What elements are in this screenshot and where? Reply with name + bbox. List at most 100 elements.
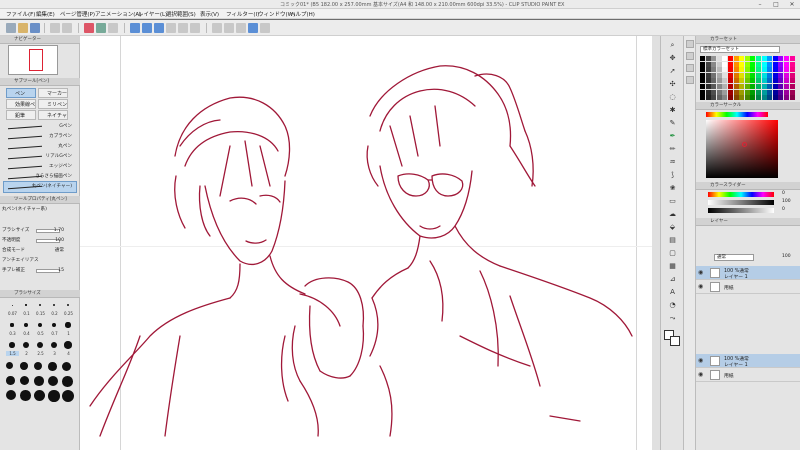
- color-swatch[interactable]: [789, 67, 795, 73]
- panel-toggle-icon[interactable]: [686, 64, 694, 72]
- color-swatch[interactable]: [733, 67, 739, 73]
- color-swatch[interactable]: [739, 72, 745, 78]
- color-swatch-grid[interactable]: [700, 56, 796, 128]
- blend-tool-icon[interactable]: ☁: [667, 209, 678, 220]
- layer-blend-mode-select[interactable]: 通常: [714, 254, 754, 261]
- color-swatch[interactable]: [711, 61, 717, 67]
- color-swatch[interactable]: [772, 72, 778, 78]
- color-swatch[interactable]: [705, 89, 711, 95]
- brush-size-dot[interactable]: [64, 341, 72, 349]
- fill-icon[interactable]: [96, 23, 106, 33]
- color-swatch[interactable]: [739, 84, 745, 89]
- color-swatch[interactable]: [716, 84, 722, 89]
- color-swatch[interactable]: [711, 89, 717, 95]
- text-tool-icon[interactable]: A: [667, 287, 678, 298]
- color-swatch[interactable]: [750, 61, 756, 67]
- color-swatch[interactable]: [778, 78, 784, 84]
- color-swatch[interactable]: [744, 84, 750, 89]
- color-swatch[interactable]: [744, 61, 750, 67]
- rotate-right-icon[interactable]: [224, 23, 234, 33]
- snap-special-ruler-icon[interactable]: [142, 23, 152, 33]
- color-swatch[interactable]: [756, 84, 761, 89]
- color-swatch[interactable]: [784, 78, 789, 84]
- color-swatch[interactable]: [716, 72, 722, 78]
- menu-layer[interactable]: レイヤー(L): [138, 10, 167, 18]
- slider-value[interactable]: [708, 208, 774, 213]
- color-swatch[interactable]: [716, 61, 722, 67]
- ruler-tool-icon[interactable]: ⊿: [667, 274, 678, 285]
- color-swatch[interactable]: [756, 61, 761, 67]
- color-swatch[interactable]: [778, 67, 784, 73]
- save-icon[interactable]: [30, 23, 40, 33]
- color-swatch[interactable]: [722, 89, 728, 95]
- slider-saturation[interactable]: [708, 200, 774, 205]
- brush-size-dot[interactable]: [34, 362, 42, 370]
- sub-color-swatch[interactable]: [670, 336, 680, 346]
- menu-selection[interactable]: 選択範囲(S): [166, 10, 196, 18]
- brush-size-dot[interactable]: [62, 390, 74, 402]
- color-swatch[interactable]: [789, 72, 795, 78]
- color-swatch[interactable]: [700, 67, 705, 73]
- new-file-icon[interactable]: [6, 23, 16, 33]
- color-swatch[interactable]: [705, 84, 711, 89]
- color-swatch[interactable]: [739, 61, 745, 67]
- figure-tool-icon[interactable]: ▢: [667, 248, 678, 259]
- canvas-scrollbar[interactable]: [652, 36, 660, 450]
- redo-icon[interactable]: [62, 23, 72, 33]
- visibility-eye-icon[interactable]: ◉: [698, 357, 703, 364]
- color-swatch[interactable]: [700, 72, 705, 78]
- brush-size-dot[interactable]: [48, 376, 58, 386]
- prop-antialias[interactable]: アンチエイリアス: [2, 256, 78, 266]
- zoom-out-icon[interactable]: [178, 23, 188, 33]
- decoration-icon[interactable]: ❀: [667, 183, 678, 194]
- color-swatch[interactable]: [705, 95, 711, 101]
- layer-row[interactable]: ◉ 100 %通常 レイヤー 1: [696, 266, 800, 280]
- snap-grid-icon[interactable]: [154, 23, 164, 33]
- prop-opacity[interactable]: 不透明度 100: [2, 236, 78, 246]
- rotate-left-icon[interactable]: [212, 23, 222, 33]
- color-swatch[interactable]: [733, 56, 739, 61]
- saturation-value-square[interactable]: [706, 120, 778, 178]
- brush-size-dot[interactable]: [20, 376, 29, 385]
- navigator-preview[interactable]: [8, 45, 58, 75]
- hue-strip[interactable]: [706, 112, 768, 117]
- slider-hue[interactable]: [708, 192, 774, 197]
- visibility-eye-icon[interactable]: ◉: [698, 283, 703, 290]
- color-swatch[interactable]: [733, 95, 739, 101]
- panel-toggle-icon[interactable]: [686, 76, 694, 84]
- color-swatch[interactable]: [767, 84, 773, 89]
- color-swatch[interactable]: [772, 78, 778, 84]
- color-swatch[interactable]: [756, 56, 761, 61]
- color-swatch[interactable]: [756, 89, 761, 95]
- menu-file[interactable]: ファイル(F): [6, 10, 35, 18]
- brush-size-dot[interactable]: [11, 304, 13, 306]
- color-swatch[interactable]: [750, 56, 756, 61]
- clear-icon[interactable]: [84, 23, 94, 33]
- stabilization-slider[interactable]: [36, 269, 60, 273]
- color-swatch[interactable]: [761, 56, 767, 61]
- menu-edit[interactable]: 編集(E): [36, 10, 55, 18]
- brush-item[interactable]: カブラペン: [4, 132, 76, 142]
- color-swatch[interactable]: [716, 78, 722, 84]
- color-swatch[interactable]: [750, 78, 756, 84]
- brush-size-dot[interactable]: [48, 362, 57, 371]
- color-swatch[interactable]: [761, 67, 767, 73]
- brush-item[interactable]: リアルGペン: [4, 152, 76, 162]
- brush-item[interactable]: エッジペン: [4, 162, 76, 172]
- color-swatch[interactable]: [784, 89, 789, 95]
- color-swatch[interactable]: [711, 67, 717, 73]
- color-swatch[interactable]: [716, 67, 722, 73]
- panel-toggle-icon[interactable]: [686, 40, 694, 48]
- color-swatch[interactable]: [733, 84, 739, 89]
- color-swatch[interactable]: [761, 72, 767, 78]
- visibility-eye-icon[interactable]: ◉: [698, 371, 703, 378]
- subtool-tab-effect-pen[interactable]: 効果線ペン: [6, 99, 36, 109]
- color-swatch[interactable]: [756, 67, 761, 73]
- navigator-frame[interactable]: [29, 49, 43, 71]
- color-swatch[interactable]: [711, 56, 717, 61]
- color-swatch[interactable]: [705, 72, 711, 78]
- color-swatch[interactable]: [772, 61, 778, 67]
- eraser-icon[interactable]: ▭: [667, 196, 678, 207]
- transform-icon[interactable]: [108, 23, 118, 33]
- color-swatch[interactable]: [750, 72, 756, 78]
